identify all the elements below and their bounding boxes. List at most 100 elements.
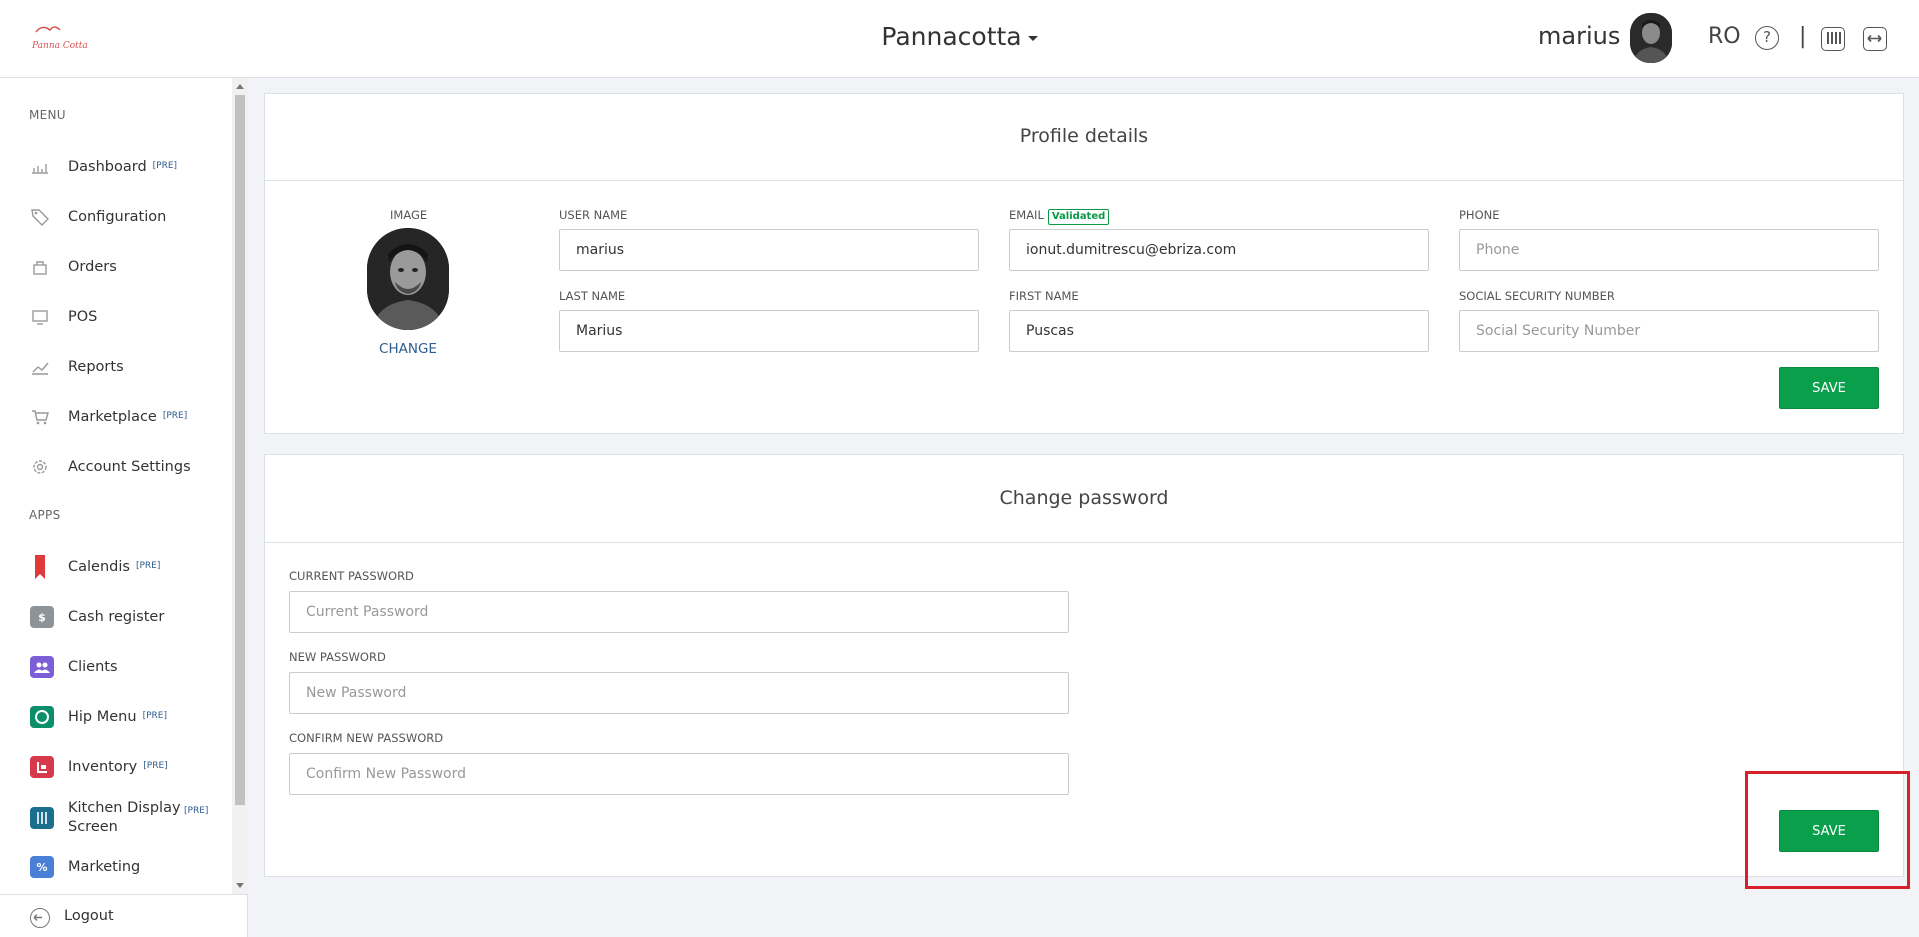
sidebar-item-configuration[interactable]: Configuration: [0, 197, 232, 237]
sidebar-menu: MENU Dashboard [PRE] Configuration Orders…: [0, 78, 232, 894]
current-password-input[interactable]: [289, 591, 1069, 633]
sidebar-item-hip-menu[interactable]: Hip Menu [PRE]: [0, 697, 232, 737]
sidebar-item-label: Reports: [68, 359, 124, 375]
reports-icon: [30, 357, 50, 377]
avatar[interactable]: [1630, 13, 1672, 63]
change-password-title: Change password: [999, 487, 1169, 509]
menu-section-title: MENU: [29, 108, 66, 122]
profile-photo[interactable]: [367, 228, 449, 330]
confirm-password-label: CONFIRM NEW PASSWORD: [289, 731, 444, 745]
sidebar-item-inventory[interactable]: Inventory [PRE]: [0, 747, 232, 787]
save-profile-button[interactable]: SAVE: [1779, 367, 1879, 409]
cash-register-icon: $: [30, 606, 54, 628]
sidebar-item-label: Account Settings: [68, 459, 191, 475]
sidebar-item-label: Cash register: [68, 609, 165, 625]
gear-icon: [30, 457, 50, 477]
sidebar-item-orders[interactable]: Orders: [0, 247, 232, 287]
bookmark-icon: [30, 555, 50, 579]
logout-label: Logout: [64, 908, 114, 924]
pre-badge: [PRE]: [142, 711, 167, 721]
sidebar-item-label: POS: [68, 309, 98, 325]
sidebar-item-label: Configuration: [68, 209, 167, 225]
validated-badge: Validated: [1047, 209, 1110, 225]
pos-icon: [30, 307, 50, 327]
logout-icon: [30, 908, 50, 928]
sidebar-item-account-settings[interactable]: Account Settings: [0, 447, 232, 487]
sidebar-item-label: Kitchen Display: [68, 800, 181, 816]
scroll-thumb[interactable]: [235, 95, 245, 805]
email-label-row: EMAIL Validated: [1009, 208, 1110, 225]
pre-badge: [PRE]: [152, 161, 178, 171]
clients-icon: [30, 656, 54, 678]
hipmenu-icon: [30, 706, 54, 728]
username-input[interactable]: [559, 229, 979, 271]
ssn-label: SOCIAL SECURITY NUMBER: [1459, 289, 1615, 303]
header-username[interactable]: marius: [1538, 22, 1620, 50]
logout-button[interactable]: Logout: [0, 894, 248, 937]
cutlery-icon: [30, 807, 54, 829]
sidebar-item-calendis[interactable]: Calendis [PRE]: [0, 547, 232, 587]
phone-input[interactable]: [1459, 229, 1879, 271]
sidebar-item-label: Hip Menu: [68, 709, 137, 725]
sidebar-item-marketplace[interactable]: Marketplace [PRE]: [0, 397, 232, 437]
sidebar-item-label: Dashboard: [68, 159, 147, 175]
pre-badge: [PRE]: [135, 561, 161, 571]
pre-badge: [PRE]: [184, 806, 209, 816]
expand-icon[interactable]: [1863, 27, 1887, 51]
header-separator: |: [1799, 24, 1807, 49]
sidebar-item-pos[interactable]: POS: [0, 297, 232, 337]
username-label: USER NAME: [559, 208, 628, 222]
marketing-icon: %: [30, 856, 54, 878]
email-label: EMAIL: [1009, 208, 1044, 222]
image-label: IMAGE: [390, 208, 428, 222]
sidebar-item-label-line2: Screen: [68, 819, 118, 835]
divider: [265, 542, 1903, 543]
help-icon[interactable]: ?: [1755, 26, 1779, 50]
apps-section-title: APPS: [29, 508, 61, 522]
phone-label: PHONE: [1459, 208, 1500, 222]
caret-down-icon: [1027, 35, 1038, 41]
current-password-label: CURRENT PASSWORD: [289, 569, 414, 583]
pre-badge: [PRE]: [162, 411, 188, 421]
sidebar-item-label: Marketplace: [68, 409, 157, 425]
email-input[interactable]: [1009, 229, 1429, 271]
divider: [265, 180, 1903, 181]
new-password-label: NEW PASSWORD: [289, 650, 386, 664]
firstname-input[interactable]: [1009, 310, 1429, 352]
scroll-up-arrow-icon[interactable]: [236, 84, 244, 89]
highlight-box: [1745, 771, 1910, 889]
lastname-input[interactable]: [559, 310, 979, 352]
profile-details-title: Profile details: [1019, 125, 1149, 147]
tag-icon: [30, 207, 50, 227]
sidebar-item-label: Inventory: [68, 759, 138, 775]
sidebar-item-reports[interactable]: Reports: [0, 347, 232, 387]
change-photo-link[interactable]: CHANGE: [367, 341, 449, 357]
sidebar-scrollbar[interactable]: [232, 78, 248, 894]
sidebar-item-clients[interactable]: Clients: [0, 647, 232, 687]
sidebar: MENU Dashboard [PRE] Configuration Orders…: [0, 78, 248, 937]
ssn-input[interactable]: [1459, 310, 1879, 352]
confirm-password-input[interactable]: [289, 753, 1069, 795]
lastname-label: LAST NAME: [559, 289, 626, 303]
language-switcher[interactable]: RO: [1708, 24, 1741, 49]
orders-icon: [30, 257, 50, 277]
scroll-down-arrow-icon[interactable]: [236, 883, 244, 888]
new-password-input[interactable]: [289, 672, 1069, 714]
sidebar-item-marketing[interactable]: % Marketing: [0, 847, 232, 887]
chart-icon: [30, 157, 50, 177]
restaurant-name: Pannacotta: [881, 22, 1022, 51]
terminal-icon[interactable]: [1821, 27, 1845, 51]
pre-badge: [PRE]: [143, 761, 168, 771]
sidebar-item-dashboard[interactable]: Dashboard [PRE]: [0, 147, 232, 187]
top-header: Panna Cotta Pannacotta marius RO ? |: [0, 0, 1919, 78]
sidebar-item-kitchen-display[interactable]: Kitchen Display Screen [PRE]: [0, 797, 232, 839]
sidebar-item-label: Clients: [68, 659, 118, 675]
sidebar-item-cash-register[interactable]: $ Cash register: [0, 597, 232, 637]
firstname-label: FIRST NAME: [1009, 289, 1079, 303]
sidebar-item-label: Orders: [68, 259, 117, 275]
inventory-icon: [30, 756, 54, 778]
change-password-card: Change password: [264, 454, 1904, 877]
sidebar-item-label: Marketing: [68, 859, 141, 875]
sidebar-item-label: Calendis: [68, 559, 130, 575]
cart-icon: [30, 407, 50, 427]
